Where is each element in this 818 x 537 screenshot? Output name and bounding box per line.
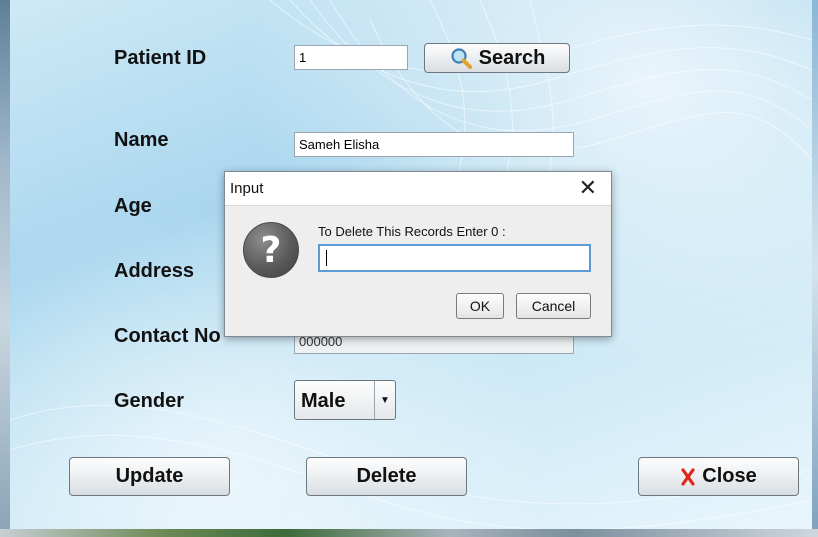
- close-button-label: Close: [702, 465, 757, 487]
- text-caret: [326, 250, 327, 266]
- name-label: Name: [114, 129, 169, 151]
- dialog-close-icon[interactable]: ✕: [579, 176, 597, 200]
- close-button[interactable]: Close: [638, 457, 799, 496]
- desktop-bottom-edge: [0, 529, 818, 537]
- name-input[interactable]: Sameh Elisha: [294, 132, 574, 157]
- update-button-label: Update: [115, 465, 184, 487]
- dialog-input[interactable]: [318, 244, 591, 272]
- gender-label: Gender: [114, 390, 185, 412]
- close-icon: [681, 467, 695, 486]
- update-button[interactable]: Update: [69, 457, 230, 496]
- gender-select[interactable]: Male ▼: [294, 380, 396, 420]
- dialog-message: To Delete This Records Enter 0 :: [318, 224, 506, 239]
- contact-label: Contact No: [114, 325, 221, 347]
- search-button-label: Search: [478, 46, 546, 69]
- patient-id-input[interactable]: 1: [294, 45, 408, 70]
- ok-button[interactable]: OK: [456, 293, 504, 319]
- delete-button-label: Delete: [356, 465, 417, 487]
- delete-button[interactable]: Delete: [306, 457, 467, 496]
- age-label: Age: [114, 195, 152, 217]
- search-icon: [451, 48, 472, 69]
- input-dialog: Input ✕ ? To Delete This Records Enter 0…: [224, 171, 612, 337]
- desktop-right-edge: [812, 0, 818, 537]
- desktop-left-edge: [0, 0, 10, 537]
- gender-selected-value: Male: [301, 390, 346, 412]
- patient-id-label: Patient ID: [114, 47, 207, 69]
- address-label: Address: [114, 260, 195, 282]
- chevron-down-icon[interactable]: ▼: [374, 381, 395, 419]
- dialog-title-bar: Input ✕: [225, 172, 611, 206]
- question-icon: ?: [243, 222, 299, 278]
- dialog-title: Input: [230, 180, 264, 197]
- search-button[interactable]: Search: [424, 43, 570, 73]
- cancel-button[interactable]: Cancel: [516, 293, 591, 319]
